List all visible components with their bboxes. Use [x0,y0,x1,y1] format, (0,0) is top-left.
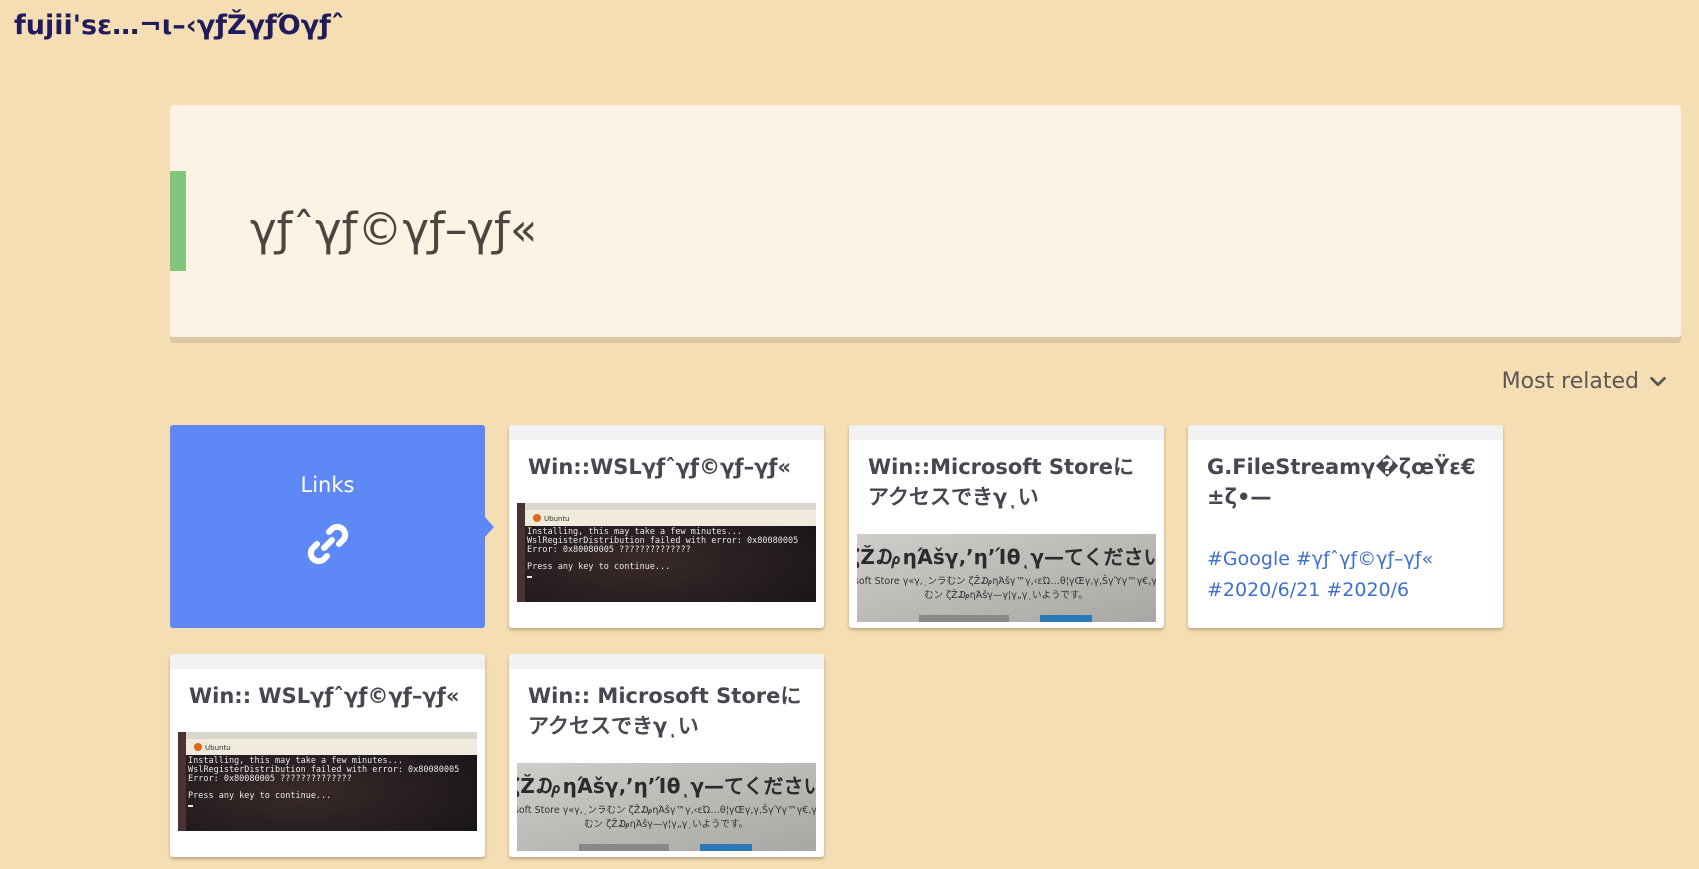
tag-link[interactable]: #γƒˆγƒ©γƒ–γƒ« [1296,548,1433,570]
link-icon [307,523,349,565]
svg-text:むン ζŽ₯ηΆšγ—γ¦γ„γͺいようです。: むン ζŽ₯ηΆšγ—γ¦γ„γͺいようです。 [584,818,748,830]
svg-text:Press any key to continue...: Press any key to continue... [188,791,331,801]
svg-text:ζŽ₯ηΆšγ‚’η’Ίθͺγ—てください: ζŽ₯ηΆšγ‚’η’Ίθͺγ—てください [517,774,816,798]
page-card[interactable]: Win:: Microsoft Storeにアクセスできγͺい ζŽ₯ηΆšγ‚… [509,654,824,857]
svg-text:Microsoft Store γ«γ‚ͺンラむン ζŽ₯η: Microsoft Store γ«γ‚ͺンラむン ζŽ₯ηΆšγ™γ‚‹εΏ…… [517,804,816,816]
card-strip [509,425,824,440]
sort-label: Most related [1501,369,1639,394]
svg-text:ζŽ₯ηΆšγ‚’η’Ίθͺγ—てください: ζŽ₯ηΆšγ‚’η’Ίθͺγ—てください [857,545,1156,569]
tag-link[interactable]: #2020/6/21 [1207,579,1320,601]
site-title[interactable]: fujii'sε…¬ι–‹γƒŽγƒΌγƒˆ [14,10,344,41]
card-strip [1188,425,1503,440]
svg-text:Press any key to continue...: Press any key to continue... [527,562,670,572]
page-title: γƒˆγƒ©γƒ–γƒ« [250,203,538,257]
links-card-label: Links [300,473,355,497]
card-thumbnail: ζŽ₯ηΆšγ‚’η’Ίθͺγ—てください Microsoft Store γ«… [857,534,1156,622]
svg-text:むン ζŽ₯ηΆšγ—γ¦γ„γͺいようです。: むン ζŽ₯ηΆšγ—γ¦γ„γͺいようです。 [924,589,1088,601]
card-title: Win:: WSLγƒˆγƒ©γƒ–γƒ« [189,684,460,708]
card-title: Win::WSLγƒˆγƒ©γƒ–γƒ« [528,455,792,479]
links-card[interactable]: Links [170,425,494,628]
page-card[interactable]: G.FileStreamγ�ζœŸε€±ζ•— #Google #γƒˆγƒ©γƒ… [1188,425,1503,628]
card-thumbnail: Ubuntu Installing, this may take a few m… [517,503,816,602]
tag-link[interactable]: #2020/6 [1326,579,1409,601]
svg-text:Error: 0x80080005 ????????????: Error: 0x80080005 ?????????????? [527,545,691,555]
chevron-down-icon [1650,376,1666,386]
svg-text:Ubuntu: Ubuntu [544,515,570,523]
card-thumbnail: Ubuntu Installing, this may take a few m… [178,732,477,831]
page-card[interactable]: Win::WSLγƒˆγƒ©γƒ–γƒ« Ubuntu Installing, … [509,425,824,628]
page-header: γƒˆγƒ©γƒ–γƒ« [170,105,1681,337]
card-title: Win:: Microsoft Storeにアクセスできγͺい [528,684,802,738]
card-strip [849,425,1164,440]
svg-text:Error: 0x80080005 ????????????: Error: 0x80080005 ?????????????? [188,774,352,784]
card-tags: #Google #γƒˆγƒ©γƒ–γƒ« #2020/6/21 #2020/6 [1207,544,1485,606]
card-strip [509,654,824,669]
sort-dropdown[interactable]: Most related [1502,369,1669,394]
tag-link[interactable]: #Google [1207,548,1290,570]
links-card-pointer [485,517,494,537]
page-card[interactable]: Win:: WSLγƒˆγƒ©γƒ–γƒ« Ubuntu Installing,… [170,654,485,857]
page-card[interactable]: Win::Microsoft Storeにアクセスできγͺい ζŽ₯ηΆšγ‚’… [849,425,1164,628]
card-title: G.FileStreamγ�ζœŸε€±ζ•— [1207,455,1476,509]
svg-text:Ubuntu: Ubuntu [205,744,231,752]
header-accent-bar [170,171,186,271]
svg-text:Microsoft Store γ«γ‚ͺンラむン ζŽ₯η: Microsoft Store γ«γ‚ͺンラむン ζŽ₯ηΆšγ™γ‚‹εΏ…… [857,575,1156,587]
card-strip [170,654,485,669]
card-thumbnail: ζŽ₯ηΆšγ‚’η’Ίθͺγ—てください Microsoft Store γ«… [517,763,816,851]
card-title: Win::Microsoft Storeにアクセスできγͺい [868,455,1135,509]
